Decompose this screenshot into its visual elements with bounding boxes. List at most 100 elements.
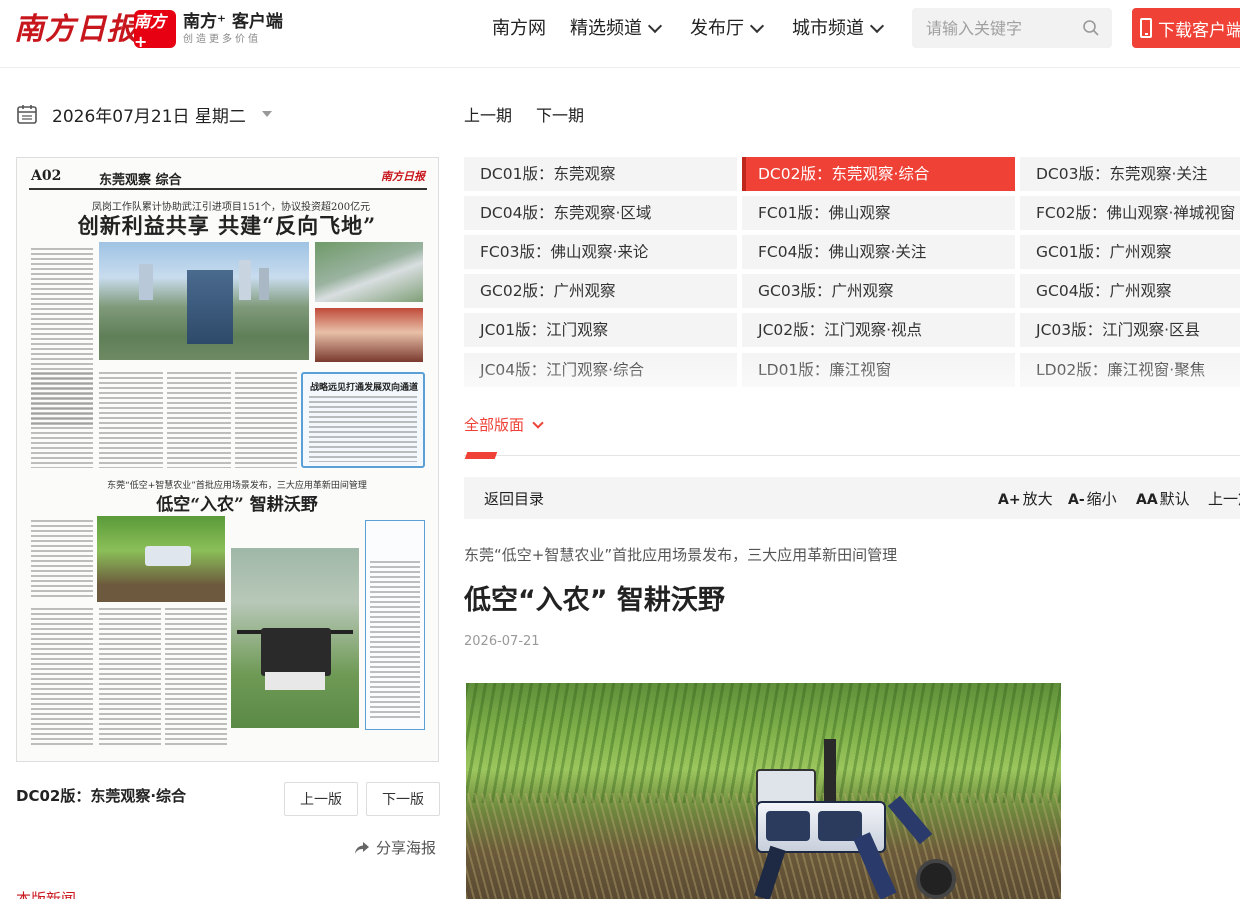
nav-item-nanfangwang[interactable]: 南方网: [492, 16, 546, 42]
default-size-icon: AA: [1136, 492, 1158, 508]
paper-sidebar-box-2: [365, 520, 425, 730]
zoom-in-button[interactable]: A+ 放大: [998, 488, 1053, 509]
edition-item[interactable]: FC04版：佛山观察·关注: [742, 235, 1015, 269]
nav-label: 发布厅: [690, 18, 744, 39]
edition-item[interactable]: FC01版：佛山观察: [742, 196, 1015, 230]
paper-column-name: 东莞观察 综合: [99, 173, 182, 188]
zoom-out-label: 缩小: [1086, 490, 1117, 508]
paper-text-column: [309, 396, 417, 462]
paper-page-header: A02 东莞观察 综合 南方日报: [29, 168, 427, 190]
prev-article-link[interactable]: 上一篇: [1208, 488, 1240, 509]
paper-text-column: [31, 520, 93, 600]
edition-item[interactable]: FC03版：佛山观察·来论: [464, 235, 737, 269]
edition-item[interactable]: JC02版：江门观察·视点: [742, 313, 1015, 347]
edition-item[interactable]: GC04版：广州观察: [1020, 274, 1240, 308]
edition-item[interactable]: GC01版：广州观察: [1020, 235, 1240, 269]
prev-issue-link[interactable]: 上一期: [464, 102, 512, 126]
nav-label: 精选频道: [570, 18, 642, 39]
prev-page-button[interactable]: 上一版: [284, 782, 358, 816]
paper-photo-city: [99, 242, 309, 360]
edition-item[interactable]: FC02版：佛山观察·禅城视窗: [1020, 196, 1240, 230]
nav-label: 南方网: [492, 18, 546, 39]
chevron-down-icon: [869, 18, 885, 34]
article-date: 2026-07-21: [464, 634, 540, 649]
paper-text-column: [31, 608, 93, 748]
download-label: 下载客户端: [1158, 20, 1240, 41]
all-editions-toggle[interactable]: 全部版面: [464, 414, 544, 435]
edition-item[interactable]: DC03版：东莞观察·关注: [1020, 157, 1240, 191]
default-size-label: 默认: [1159, 490, 1190, 508]
edition-item[interactable]: LD01版：廉江视窗: [742, 353, 1015, 387]
edition-item[interactable]: JC04版：江门观察·综合: [464, 353, 737, 387]
edition-item[interactable]: JC01版：江门观察: [464, 313, 737, 347]
current-edition-name: DC02版：东莞观察·综合: [16, 787, 187, 805]
nav-item-city-channels[interactable]: 城市频道: [792, 16, 885, 42]
paper-text-column: [165, 608, 227, 748]
edition-item[interactable]: DC01版：东莞观察: [464, 157, 737, 191]
edition-item-active[interactable]: DC02版：东莞观察·综合: [742, 157, 1015, 191]
zoom-in-label: 放大: [1022, 490, 1053, 508]
paper-headline-2: 低空“入农” 智耕沃野: [156, 495, 318, 515]
site-header: 南方日报 南方+ 南方⁺ 客户端 创造更多价值 南方网 精选频道 发布厅 城市频…: [0, 0, 1240, 68]
paper-text-column: [370, 561, 420, 721]
chevron-down-icon: [647, 18, 663, 34]
paper-photo-robot: [97, 516, 225, 602]
nanfang-plus-logo-icon[interactable]: 南方+: [134, 10, 176, 51]
edition-item[interactable]: GC02版：广州观察: [464, 274, 737, 308]
chevron-down-icon: [749, 18, 765, 34]
paper-text-column: [99, 372, 163, 468]
edition-item[interactable]: GC03版：广州观察: [742, 274, 1015, 308]
nanfang-daily-logo[interactable]: 南方日报: [14, 10, 138, 50]
edition-item[interactable]: JC03版：江门观察·区县: [1020, 313, 1240, 347]
paper-page-label: A02: [31, 168, 62, 184]
nav-item-featured-channels[interactable]: 精选频道: [570, 16, 663, 42]
edition-grid: DC01版：东莞观察 DC02版：东莞观察·综合 DC03版：东莞观察·关注 D…: [464, 157, 1240, 389]
paper-box-title: 战略远见打通发展双向通道: [309, 383, 418, 393]
paper-text-column: [99, 608, 161, 748]
article-title: 低空“入农” 智耕沃野: [464, 585, 725, 616]
caret-down-icon: [261, 111, 272, 117]
zoom-out-icon: A-: [1068, 492, 1085, 508]
default-size-button[interactable]: AA 默认: [1136, 488, 1190, 509]
paper-text-column: [31, 372, 93, 468]
newspaper-page-preview[interactable]: A02 东莞观察 综合 南方日报 凤岗工作队累计协助武江引进项目151个，协议投…: [16, 157, 439, 762]
calendar-icon: [17, 105, 37, 124]
share-icon: [355, 841, 369, 854]
paper-photo-meeting: [315, 308, 423, 362]
page-news-link[interactable]: 本版新闻: [16, 888, 76, 899]
paper-masthead: 南方日报: [381, 170, 425, 183]
paper-photo-factory: [315, 242, 423, 302]
paper-photo-drone: [231, 548, 359, 728]
issue-navigation: 上一期 下一期: [464, 102, 584, 126]
zoom-out-button[interactable]: A- 缩小: [1068, 488, 1117, 509]
share-label: 分享海报: [376, 839, 437, 857]
back-to-catalog-link[interactable]: 返回目录: [484, 488, 544, 509]
article-subtitle: 东莞“低空+智慧农业”首批应用场景发布，三大应用革新田间管理: [464, 546, 898, 564]
zoom-in-icon: A+: [998, 492, 1021, 508]
client-logo-text[interactable]: 南方⁺ 客户端: [183, 12, 283, 32]
paper-text-column: [235, 372, 297, 468]
date-picker[interactable]: 2026年07月21日 星期二: [16, 100, 272, 128]
search-icon[interactable]: [1082, 19, 1100, 37]
phone-icon: [1140, 18, 1152, 38]
edition-item[interactable]: LD02版：廉江视窗·聚焦: [1020, 353, 1240, 387]
search-box: [912, 8, 1112, 48]
next-issue-link[interactable]: 下一期: [536, 102, 584, 126]
search-input[interactable]: [926, 16, 1076, 40]
nav-label: 城市频道: [792, 18, 864, 39]
download-app-button[interactable]: 下载客户端: [1132, 8, 1240, 48]
chevron-down-icon: [532, 416, 544, 429]
logo-slogan: 创造更多价值: [183, 34, 261, 45]
paper-sidebar-box: 战略远见打通发展双向通道: [301, 372, 425, 468]
all-editions-label: 全部版面: [464, 416, 525, 434]
current-date: 2026年07月21日 星期二: [52, 106, 246, 127]
paper-text-column: [167, 372, 231, 468]
paper-headline: 创新利益共享 共建“反向飞地”: [77, 213, 377, 238]
article-hero-image: [466, 683, 1061, 899]
section-divider: [464, 452, 1240, 460]
article-toolbar: 返回目录 A+放大 A-缩小 AA默认 上一篇: [464, 477, 1240, 519]
share-poster-button[interactable]: 分享海报: [354, 837, 436, 858]
nav-item-press-hall[interactable]: 发布厅: [690, 16, 765, 42]
next-page-button[interactable]: 下一版: [366, 782, 440, 816]
edition-item[interactable]: DC04版：东莞观察·区域: [464, 196, 737, 230]
